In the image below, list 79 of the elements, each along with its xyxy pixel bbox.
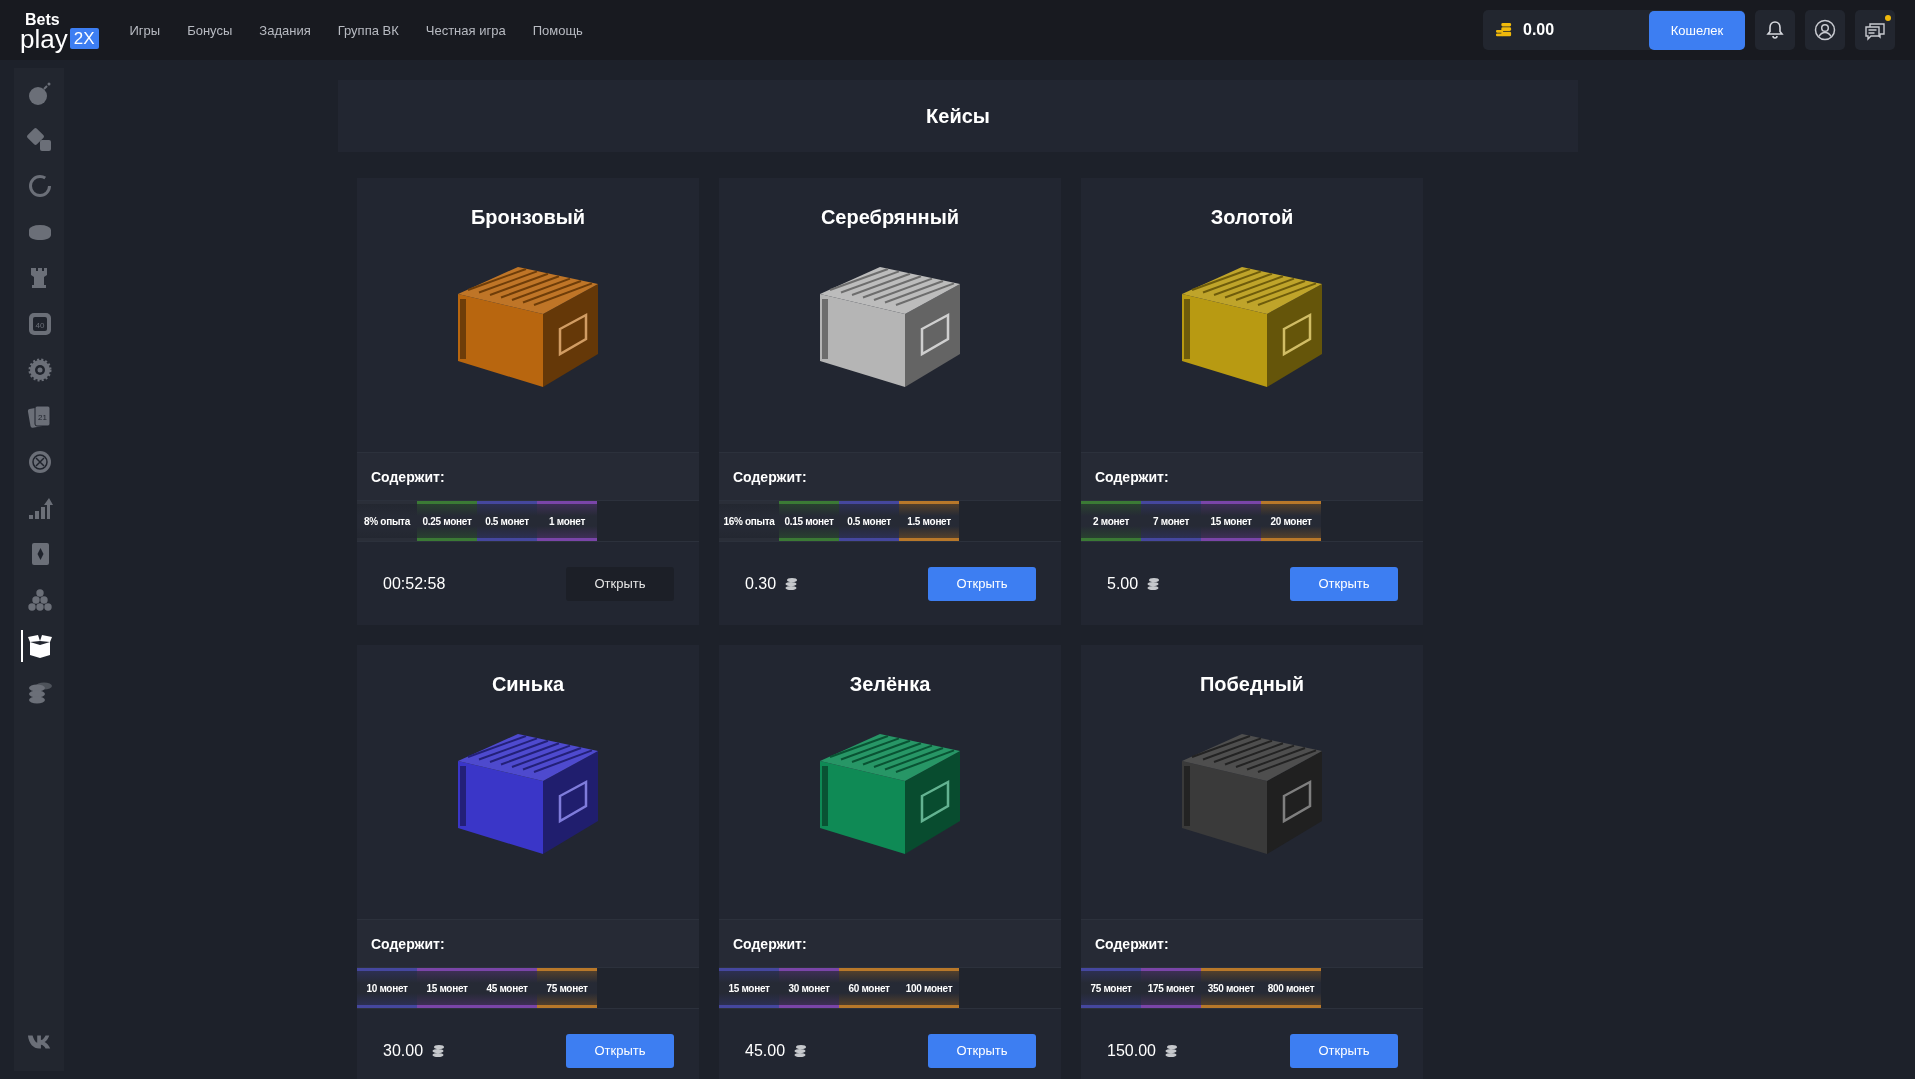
contains-label: Содержит: — [1081, 919, 1423, 967]
case-title: Зелёнка — [849, 673, 931, 696]
logo-text: Bets — [25, 11, 61, 28]
reward-chip: 7 монет — [1141, 501, 1201, 541]
reward-chip: 1.5 монет — [899, 501, 959, 541]
user-icon — [1814, 19, 1836, 41]
reward-chip: 10 монет — [357, 968, 417, 1008]
nav-link[interactable]: Задания — [259, 22, 311, 38]
coins-icon — [1163, 1043, 1178, 1058]
reward-chip: 16% опыта — [719, 501, 779, 541]
contains-label: Содержит: — [357, 452, 699, 500]
bell-icon — [1765, 20, 1785, 40]
coins-icon — [793, 1043, 808, 1058]
reward-chip: 60 монет — [839, 968, 899, 1008]
chat-button[interactable] — [1855, 10, 1895, 50]
open-button[interactable]: Открыть — [566, 1033, 674, 1068]
reward-chip: 0.5 монет — [839, 501, 899, 541]
open-button[interactable]: Открыть — [928, 566, 1036, 601]
ring-icon — [27, 173, 53, 199]
dice-icon — [27, 127, 53, 153]
page-title: Кейсы — [926, 104, 990, 128]
contains-label: Содержит: — [357, 919, 699, 967]
nav-link[interactable]: Бонусы — [187, 22, 233, 38]
reward-chip: 0.5 монет — [477, 501, 537, 541]
reward-chip: 8% опыта — [357, 501, 417, 541]
case-title: Синька — [491, 673, 565, 696]
reward-chip: 15 монет — [417, 968, 477, 1008]
social-logo-icon — [27, 1033, 53, 1049]
reward-chip: 2 монет — [1081, 501, 1141, 541]
reward-chip: 800 монет — [1261, 968, 1321, 1008]
reward-chip: 75 монет — [1081, 968, 1141, 1008]
reward-chip: 75 монет — [537, 968, 597, 1008]
case-price: 0.30 — [745, 574, 777, 593]
reward-chip: 350 монет — [1201, 968, 1261, 1008]
reward-chip: 15 монет — [1201, 501, 1261, 541]
case-title: Бронзовый — [470, 206, 586, 229]
nav-link[interactable]: Игры — [129, 22, 161, 38]
reward-chip: 175 монет — [1141, 968, 1201, 1008]
bomb-icon — [27, 81, 53, 107]
coins-icon — [1146, 576, 1161, 591]
wallet-button[interactable]: Кошелек — [1649, 10, 1745, 50]
reward-chip: 45 монет — [477, 968, 537, 1008]
countdown-timer: 00:52:58 — [383, 574, 446, 593]
saw-blade-icon — [27, 357, 53, 383]
reward-chip: 0.15 монет — [779, 501, 839, 541]
reward-chip: 1 монет — [537, 501, 597, 541]
box-icon — [27, 633, 53, 659]
case-price: 45.00 — [745, 1041, 786, 1060]
reward-chip: 0.25 монет — [417, 501, 477, 541]
open-button[interactable]: Открыть — [928, 1033, 1036, 1068]
tile-icon: 40 — [27, 311, 53, 337]
case-price: 150.00 — [1107, 1041, 1156, 1060]
nav-link[interactable]: Помощь — [532, 22, 583, 38]
notifications-button[interactable] — [1755, 10, 1795, 50]
logo-badge: 2X — [69, 27, 99, 49]
case-price: 5.00 — [1107, 574, 1139, 593]
contains-label: Содержит: — [719, 919, 1061, 967]
pyramid-icon — [27, 587, 53, 613]
contains-label: Содержит: — [1081, 452, 1423, 500]
coins-icon — [1495, 22, 1513, 38]
contains-label: Содержит: — [719, 452, 1061, 500]
reward-chip: 15 монет — [719, 968, 779, 1008]
reward-chip: 20 монет — [1261, 501, 1321, 541]
balance-amount: 0.00 — [1523, 21, 1555, 39]
open-button[interactable]: Открыть — [1290, 1033, 1398, 1068]
coins-icon — [431, 1043, 446, 1058]
case-price: 30.00 — [383, 1041, 424, 1060]
nav-link[interactable]: Группа ВК — [337, 22, 399, 38]
case-title: Серебрянный — [820, 206, 960, 229]
reward-chip: 30 монет — [779, 968, 839, 1008]
nav-link[interactable]: Честная игра — [425, 22, 506, 38]
case-title: Победный — [1199, 673, 1305, 696]
open-button[interactable]: Открыть — [1290, 566, 1398, 601]
profile-button[interactable] — [1805, 10, 1845, 50]
reward-chip: 100 монет — [899, 968, 959, 1008]
wheel-icon — [27, 449, 53, 475]
case-title: Золотой — [1210, 206, 1294, 229]
coins-icon — [784, 576, 799, 591]
unread-dot — [1885, 15, 1891, 21]
